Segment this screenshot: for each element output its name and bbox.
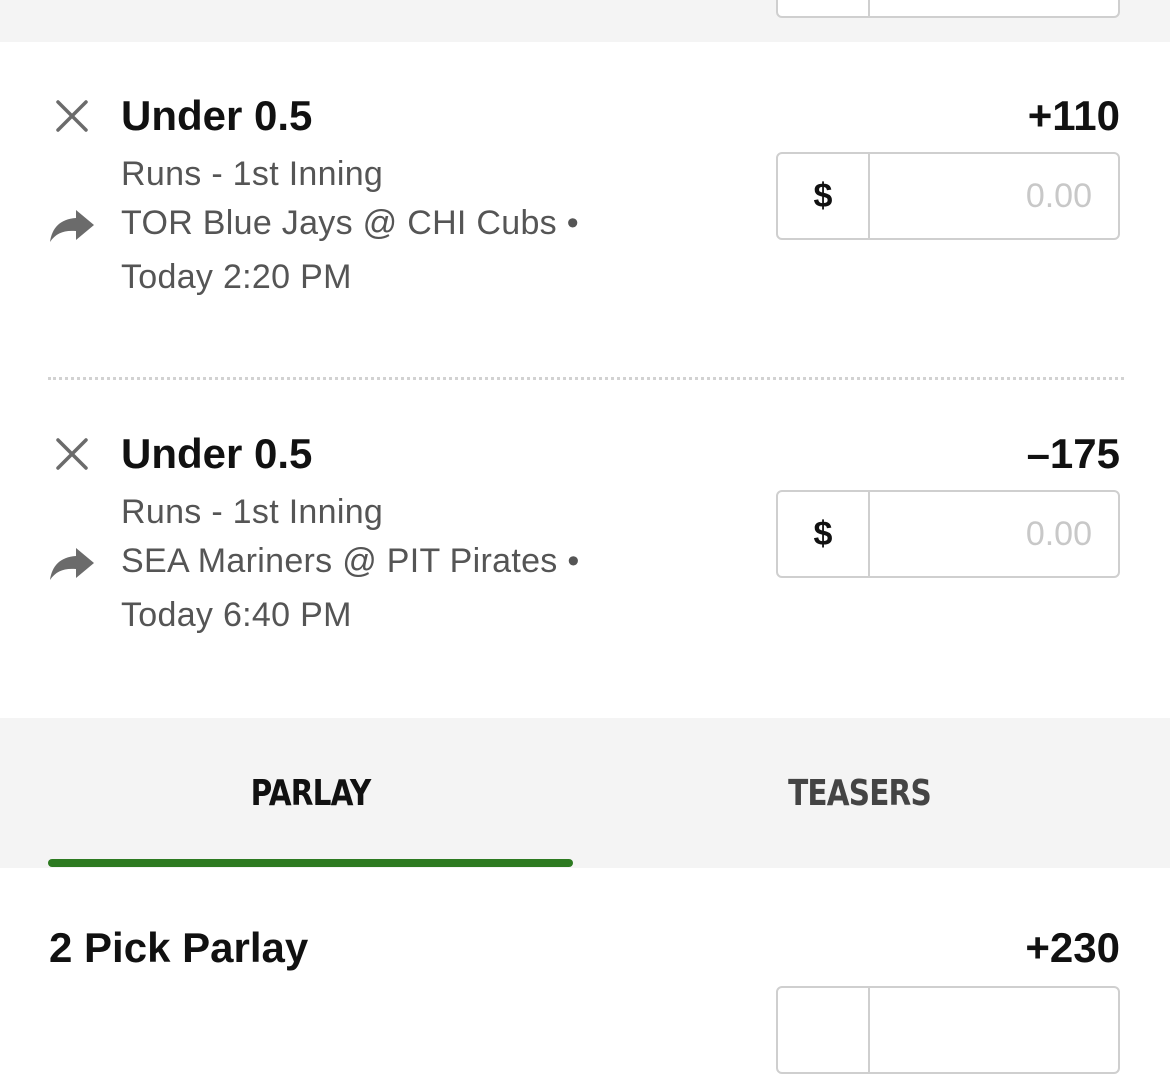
- bet-slip-item: Under 0.5 –175 Runs - 1st Inning SEA Mar…: [0, 0, 1170, 718]
- bet-odds: –175: [1026, 430, 1120, 477]
- currency-label: $: [778, 492, 870, 576]
- tab-teasers[interactable]: TEASERS: [644, 718, 1075, 868]
- tab-parlay[interactable]: PARLAY: [95, 718, 526, 868]
- share-arrow-icon[interactable]: [48, 546, 96, 582]
- bet-selection: Under 0.5: [121, 430, 313, 477]
- close-icon[interactable]: [52, 434, 92, 474]
- bet-time: Today 6:40 PM: [121, 596, 352, 634]
- bet-type-tabs: PARLAY TEASERS: [0, 718, 1170, 868]
- parlay-stake-field[interactable]: [870, 988, 1118, 1072]
- parlay-odds: +230: [1025, 924, 1120, 971]
- active-tab-indicator: [48, 859, 573, 867]
- stake-input[interactable]: $: [776, 490, 1120, 578]
- bet-matchup: SEA Mariners @ PIT Pirates •: [121, 542, 580, 580]
- parlay-title: 2 Pick Parlay: [49, 924, 309, 971]
- stake-field[interactable]: [870, 492, 1118, 576]
- bet-market: Runs - 1st Inning: [121, 493, 384, 531]
- parlay-stake-input[interactable]: [776, 986, 1120, 1074]
- currency-label: [778, 988, 870, 1072]
